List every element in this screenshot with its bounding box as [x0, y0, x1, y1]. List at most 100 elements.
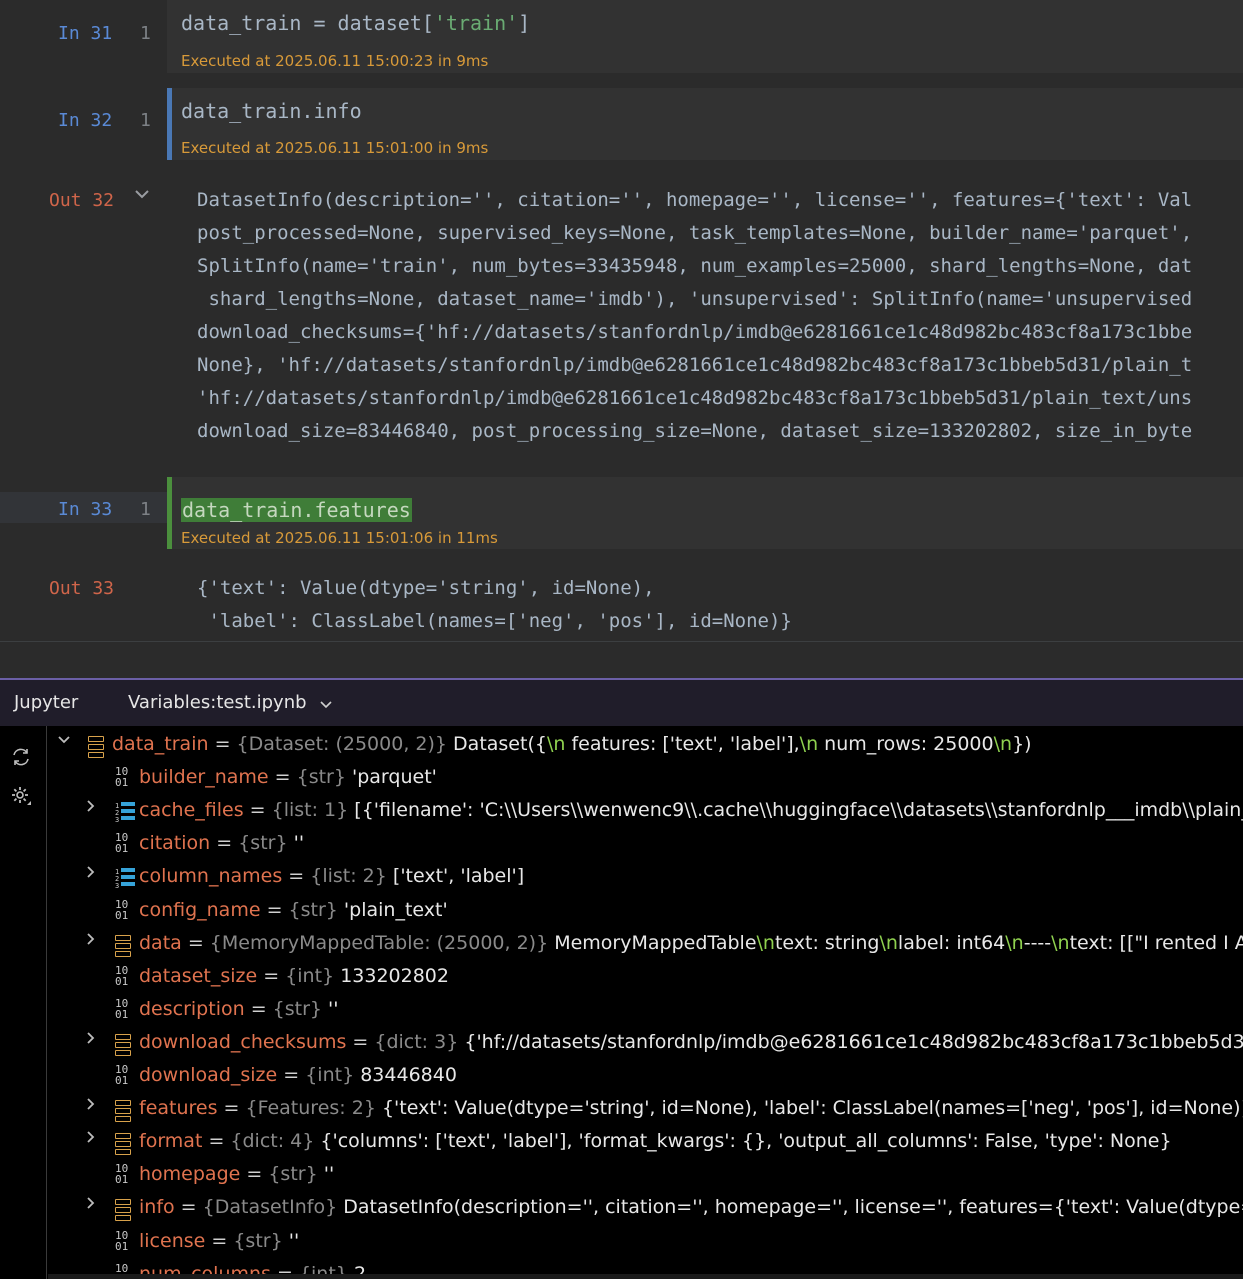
equals-sign: =	[282, 865, 311, 888]
list-icon: 123	[115, 867, 135, 890]
variable-name: download_checksums	[139, 1030, 347, 1053]
variable-row-column-names[interactable]: 1 2 3 column_names = {list: 2} ['text', 'la…	[48, 861, 1243, 894]
variable-row-format[interactable]: format = {dict: 4} {'columns': ['text', …	[48, 1126, 1243, 1159]
variable-type: {list: 1}	[271, 799, 349, 822]
variable-text: data = {MemoryMappedTable: (25000, 2)} M…	[139, 932, 1243, 954]
line-number: 1	[140, 23, 151, 44]
list-icon: 123	[115, 801, 135, 824]
cell-prompt: In 31	[58, 23, 113, 44]
variables-panel[interactable]: data_train = {Dataset: (25000, 2)} Datas…	[0, 726, 1243, 1279]
variable-value: text: string	[774, 931, 880, 954]
variable-text: format = {dict: 4} {'columns': ['text', …	[139, 1130, 1172, 1152]
variable-text: homepage = {str} ''	[139, 1163, 334, 1185]
number-icon: 1001	[115, 897, 129, 922]
variable-name: format	[139, 1130, 203, 1153]
variable-type: {Features: 2}	[245, 1097, 376, 1120]
equals-sign: =	[257, 964, 286, 987]
equals-sign: =	[208, 733, 237, 755]
variable-name: config_name	[139, 898, 261, 921]
variable-row-cache-files[interactable]: 1 2 3 cache_files = {list: 1} [{'filename':…	[48, 795, 1243, 828]
chevron-right-icon[interactable]	[84, 798, 98, 817]
output-line: None}, 'hf://datasets/stanfordnlp/imdb@e…	[197, 354, 1193, 376]
variable-row-dataset-size[interactable]: 10 01 dataset_size = {int} 133202802	[48, 961, 1243, 994]
variable-row-features[interactable]: features = {Features: 2} {'text': Value(…	[48, 1093, 1243, 1126]
tab-variables[interactable]: Variables:test.ipynb	[128, 692, 332, 714]
variable-row-data-train[interactable]: data_train = {Dataset: (25000, 2)} Datas…	[48, 729, 1243, 762]
equals-sign: =	[346, 1030, 375, 1053]
code-cell-32[interactable]: data_train.info Executed at 2025.06.11 1…	[167, 88, 1243, 160]
variable-name: column_names	[139, 865, 283, 888]
tab-label: Variables:test.ipynb	[128, 692, 307, 713]
code-line[interactable]: data_train.info	[181, 99, 362, 123]
chevron-down-icon[interactable]	[320, 693, 332, 714]
code-token: data_train.features	[181, 498, 412, 522]
newline-escape: \n	[756, 931, 775, 954]
number-icon: 1001	[115, 1063, 129, 1087]
number-icon: 1001	[115, 1228, 129, 1253]
chevron-right-icon[interactable]	[84, 1129, 98, 1148]
output-line: 'hf://datasets/stanfordnlp/imdb@e6281661…	[197, 387, 1193, 409]
variable-text: features = {Features: 2} {'text': Value(…	[139, 1097, 1243, 1119]
variable-type: {DatasetInfo}	[202, 1196, 338, 1219]
variable-text: column_names = {list: 2} ['text', 'label…	[139, 865, 524, 887]
chevron-right-icon[interactable]	[84, 864, 98, 883]
execution-status: Executed at 2025.06.11 15:01:00 in 9ms	[181, 139, 489, 157]
chevron-down-icon[interactable]	[57, 732, 71, 751]
variable-name: features	[139, 1097, 218, 1120]
tab-jupyter[interactable]: Jupyter	[14, 692, 78, 713]
output-text: {'text': Value(dtype='string', id=None),…	[197, 572, 792, 638]
equals-sign: =	[205, 1229, 234, 1252]
code-line[interactable]: data_train.features	[181, 498, 412, 522]
horizontal-scrollbar[interactable]	[48, 1274, 1243, 1279]
variable-value: {'columns': ['text', 'label'], 'format_k…	[320, 1130, 1172, 1153]
output-line: download_size=83446840, post_processing_…	[197, 420, 1193, 442]
output-prompt: Out 32	[49, 190, 115, 211]
variable-type: {dict: 3}	[374, 1030, 459, 1053]
code-line[interactable]: data_train = dataset['train']	[181, 11, 530, 35]
chevron-right-icon[interactable]	[84, 931, 98, 950]
variable-text: download_checksums = {dict: 3} {'hf://da…	[139, 1031, 1243, 1053]
variable-type: {MemoryMappedTable: (25000, 2)}	[209, 931, 549, 954]
variable-row-config-name[interactable]: 10 01 config_name = {str} 'plain_text'	[48, 895, 1243, 928]
newline-escape: \n	[1051, 931, 1070, 954]
variable-row-builder-name[interactable]: 10 01 builder_name = {str} 'parquet'	[48, 762, 1243, 795]
variable-row-license[interactable]: 10 01 license = {str} ''	[48, 1226, 1243, 1259]
code-cell-31[interactable]: data_train = dataset['train'] Executed a…	[167, 0, 1243, 73]
equals-sign: =	[244, 997, 273, 1020]
svg-text:3: 3	[115, 882, 119, 889]
variable-row-citation[interactable]: 10 01 citation = {str} ''	[48, 828, 1243, 861]
refresh-icon[interactable]	[10, 746, 32, 768]
number-icon: 1001	[115, 765, 129, 790]
equals-sign: =	[260, 898, 289, 921]
variable-row-download-checksums[interactable]: download_checksums = {dict: 3} {'hf://da…	[48, 1027, 1243, 1060]
number-icon: 1001	[115, 996, 129, 1021]
newline-escape: \n	[546, 733, 566, 755]
newline-escape: \n	[993, 733, 1013, 755]
variable-value: DatasetInfo(description='', citation='',…	[343, 1196, 1243, 1219]
chevron-down-icon[interactable]	[134, 188, 150, 204]
variable-value: text: [["I rented I AM C	[1069, 931, 1243, 954]
variable-type: {int}	[285, 964, 335, 987]
variable-row-download-size[interactable]: 10 01 download_size = {int} 83446840	[48, 1060, 1243, 1093]
object-icon	[115, 934, 131, 957]
chevron-right-icon[interactable]	[84, 1096, 98, 1115]
output-prompt: Out 33	[49, 578, 115, 599]
notebook-editor[interactable]: In 31 1 data_train = dataset['train'] Ex…	[0, 0, 1243, 678]
variable-name: data	[139, 931, 182, 954]
output-text: DatasetInfo(description='', citation='',…	[197, 184, 1192, 448]
newline-escape: \n	[879, 931, 898, 954]
variable-value: features: ['text', 'label'],	[565, 733, 800, 755]
variable-row-info[interactable]: info = {DatasetInfo} DatasetInfo(descrip…	[48, 1192, 1243, 1225]
variable-value: ''	[288, 1229, 300, 1252]
gear-icon[interactable]	[10, 785, 32, 807]
newline-escape: \n	[1005, 931, 1024, 954]
variable-type: {list: 2}	[310, 865, 387, 888]
variable-row-homepage[interactable]: 10 01 homepage = {str} ''	[48, 1159, 1243, 1192]
variable-row-description[interactable]: 10 01 description = {str} ''	[48, 994, 1243, 1027]
code-cell-33[interactable]: data_train.features Executed at 2025.06.…	[167, 477, 1243, 549]
code-token: data_train.info	[181, 99, 362, 123]
variable-row-data[interactable]: data = {MemoryMappedTable: (25000, 2)} M…	[48, 928, 1243, 961]
variable-type: {str}	[288, 898, 338, 921]
chevron-right-icon[interactable]	[84, 1195, 98, 1214]
chevron-right-icon[interactable]	[84, 1030, 98, 1049]
